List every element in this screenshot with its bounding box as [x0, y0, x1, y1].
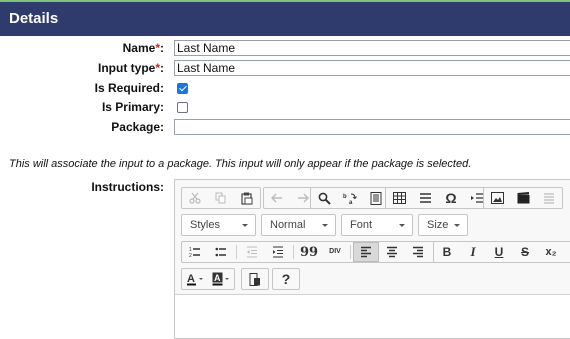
help-icon[interactable]: ?: [273, 269, 299, 289]
superscript-icon[interactable]: x²: [564, 242, 570, 262]
insert-group: Ω: [385, 187, 491, 209]
section-title: Details: [9, 10, 59, 27]
package-input[interactable]: [174, 119, 570, 135]
instructions-label: Instructions:: [91, 180, 164, 194]
chevron-down-icon: [242, 224, 248, 227]
color-group: A A: [181, 268, 235, 290]
editor-content-area[interactable]: [175, 295, 570, 339]
toolbar-separator: [293, 245, 294, 259]
rich-text-editor: ba Ω Styles Normal Font Size 1 2 99 DIV …: [174, 179, 570, 339]
blockquote-icon[interactable]: 99: [296, 242, 322, 262]
package-row: Package:: [0, 118, 164, 136]
svg-text:A: A: [214, 273, 221, 283]
background-color-icon[interactable]: A: [208, 269, 234, 289]
is-required-row: Is Required:: [0, 79, 164, 97]
indent-icon[interactable]: [265, 242, 291, 262]
chevron-down-icon: [399, 224, 405, 227]
undo-redo-group: [263, 187, 317, 209]
font-dropdown[interactable]: Font: [341, 214, 413, 236]
align-right-icon[interactable]: [405, 242, 431, 262]
paste-icon[interactable]: [234, 188, 260, 208]
name-label: Name*:: [122, 41, 164, 55]
find-icon[interactable]: [311, 188, 337, 208]
text-style-group: B I U S x₂ x²: [433, 241, 570, 263]
undo-icon[interactable]: [264, 188, 290, 208]
name-row: Name*:: [0, 39, 164, 57]
align-left-icon[interactable]: [353, 242, 379, 262]
instructions-row: Instructions:: [0, 178, 164, 196]
media-group: [483, 187, 563, 209]
is-primary-checkbox[interactable]: [177, 102, 188, 113]
name-input[interactable]: Last Name: [174, 40, 570, 56]
video-icon[interactable]: [510, 188, 536, 208]
underline-icon[interactable]: U: [486, 242, 512, 262]
subscript-icon[interactable]: x₂: [538, 242, 564, 262]
svg-text:A: A: [187, 273, 195, 285]
table-icon[interactable]: [386, 188, 412, 208]
toolbar-separator: [236, 245, 237, 259]
create-div-icon[interactable]: DIV: [322, 242, 348, 262]
maximize-icon[interactable]: [242, 269, 268, 289]
cut-icon[interactable]: [182, 188, 208, 208]
replace-icon[interactable]: ba: [337, 188, 363, 208]
package-label: Package:: [111, 120, 164, 134]
size-dropdown[interactable]: Size: [418, 214, 468, 236]
chevron-down-icon: [322, 224, 328, 227]
input-type-row: Input type*:: [0, 59, 164, 77]
styles-dropdown[interactable]: Styles: [181, 214, 256, 236]
svg-text:a: a: [349, 200, 353, 205]
is-primary-row: Is Primary:: [0, 98, 164, 116]
maximize-group: [241, 268, 269, 290]
bold-icon[interactable]: B: [434, 242, 460, 262]
horizontal-line-icon[interactable]: [412, 188, 438, 208]
svg-text:2: 2: [189, 253, 192, 258]
input-type-select[interactable]: Last Name: [174, 60, 570, 76]
chevron-down-icon: [454, 224, 460, 227]
italic-icon[interactable]: I: [460, 242, 486, 262]
special-char-icon[interactable]: Ω: [438, 188, 464, 208]
svg-text:b: b: [343, 194, 347, 200]
is-primary-label: Is Primary:: [101, 100, 164, 114]
bullet-list-icon[interactable]: [208, 242, 234, 262]
list-group: 12 99 DIV: [181, 241, 458, 263]
is-required-checkbox[interactable]: [177, 83, 188, 94]
clipboard-group: [181, 187, 261, 209]
editor-toolbar: ba Ω Styles Normal Font Size 1 2 99 DIV …: [175, 180, 570, 295]
numbered-list-icon[interactable]: 12: [182, 242, 208, 262]
strikethrough-icon[interactable]: S: [512, 242, 538, 262]
copy-icon[interactable]: [208, 188, 234, 208]
text-color-icon[interactable]: A: [182, 269, 208, 289]
toolbar-separator: [350, 245, 351, 259]
is-required-label: Is Required:: [94, 81, 164, 95]
help-group: ?: [272, 268, 300, 290]
input-type-label: Input type*:: [98, 61, 164, 75]
image-icon[interactable]: [484, 188, 510, 208]
align-center-icon[interactable]: [379, 242, 405, 262]
justify-icon[interactable]: [536, 188, 562, 208]
format-dropdown[interactable]: Normal: [261, 214, 336, 236]
section-header: Details: [0, 2, 570, 36]
find-group: ba: [310, 187, 390, 209]
outdent-icon[interactable]: [239, 242, 265, 262]
package-help-text: This will associate the input to a packa…: [9, 158, 472, 170]
